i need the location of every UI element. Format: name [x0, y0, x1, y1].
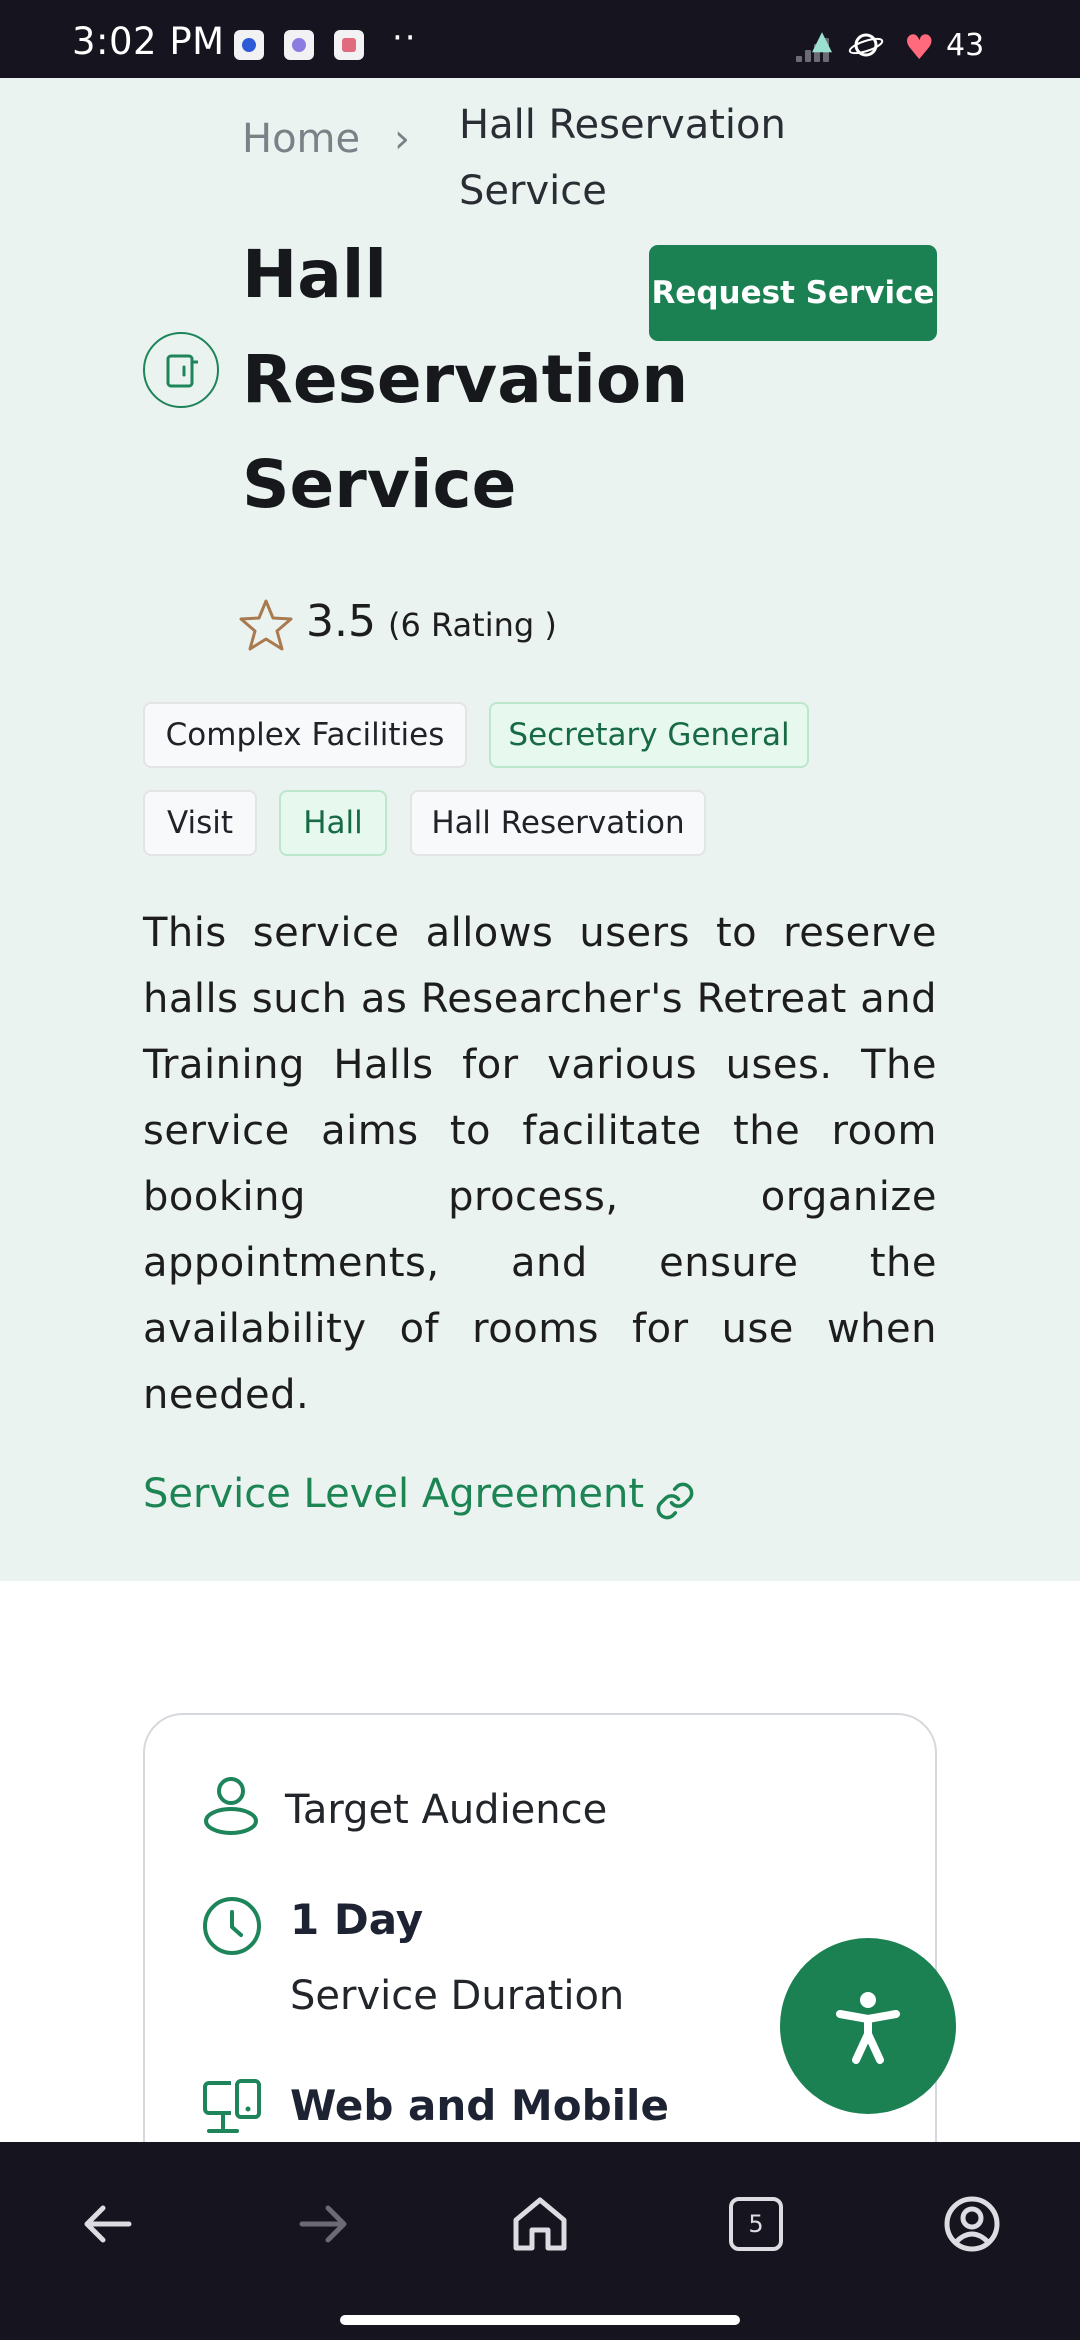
heart-icon: ♥ [904, 28, 935, 68]
target-audience-label: Target Audience [285, 1787, 608, 1833]
accessibility-icon [836, 1992, 900, 2064]
channel-value: Web and Mobile [290, 2081, 669, 2130]
request-service-button[interactable]: Request Service [649, 245, 937, 341]
link-icon[interactable] [654, 1480, 696, 1522]
planet-icon [848, 33, 884, 57]
tag-visit[interactable]: Visit [143, 790, 257, 856]
person-icon [204, 1777, 258, 1835]
gesture-home-indicator[interactable] [340, 2315, 740, 2325]
star-icon [239, 599, 293, 651]
rating-value: 3.5 [306, 596, 376, 647]
service-hero: Home › Hall Reservation Service Hall Res… [0, 78, 1080, 1581]
home-button[interactable] [500, 2184, 580, 2264]
tag-secretary-general[interactable]: Secretary General [489, 702, 809, 768]
account-icon [944, 2196, 1000, 2252]
back-button[interactable] [67, 2184, 147, 2264]
devices-icon [203, 2079, 261, 2133]
status-time: 3:02 PM [72, 20, 225, 63]
breadcrumb-current: Hall Reservation Service [459, 102, 786, 214]
duration-label: Service Duration [290, 1973, 625, 2019]
browser-bottom-nav: 5 [0, 2142, 1080, 2340]
data-transfer-icon: ▲ [812, 26, 832, 56]
tag-complex-facilities[interactable]: Complex Facilities [143, 702, 467, 768]
status-bar: 3:02 PM ·· ▲ ♥ 43 [0, 0, 1080, 78]
duration-value: 1 Day [290, 1895, 424, 1944]
notification-app-icon [334, 30, 364, 60]
door-icon [143, 332, 219, 408]
service-description: This service allows users to reserve hal… [143, 910, 937, 1418]
notification-app-icon [284, 30, 314, 60]
battery-level: 43 [946, 28, 985, 63]
rating-count: (6 Rating ) [388, 606, 557, 644]
accessibility-button[interactable] [780, 1938, 956, 2114]
tag-hall-reservation[interactable]: Hall Reservation [410, 790, 706, 856]
home-icon [513, 2197, 567, 2251]
forward-arrow-icon [299, 2205, 347, 2243]
tabs-button[interactable]: 5 [716, 2184, 796, 2264]
breadcrumb-separator-icon: › [394, 116, 410, 162]
more-notifications-icon: ·· [392, 18, 418, 58]
notification-app-icon [234, 30, 264, 60]
forward-button[interactable] [284, 2184, 364, 2264]
page-title: Hall Reservation Service [242, 236, 689, 523]
tab-count: 5 [729, 2197, 783, 2251]
account-button[interactable] [932, 2184, 1012, 2264]
back-arrow-icon [84, 2205, 132, 2243]
breadcrumb-home-link[interactable]: Home [242, 116, 360, 162]
tag-hall[interactable]: Hall [279, 790, 387, 856]
sla-link[interactable]: Service Level Agreement [143, 1471, 644, 1517]
clock-icon [203, 1897, 261, 1955]
